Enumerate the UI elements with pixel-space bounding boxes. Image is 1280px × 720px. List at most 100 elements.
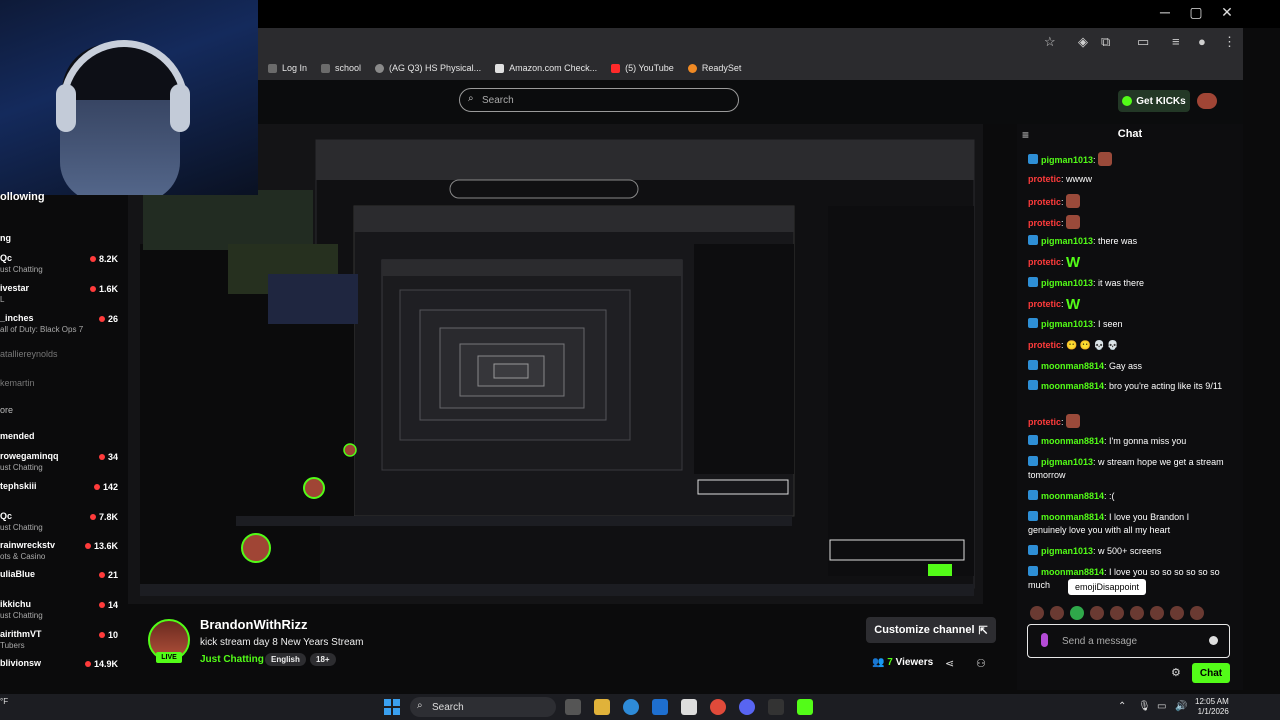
- emote-icon: [1066, 194, 1081, 208]
- customize-channel-button[interactable]: Customize channel ⇱: [866, 617, 996, 643]
- kick-app-icon[interactable]: [797, 699, 813, 715]
- chat-username[interactable]: protetic: [1028, 340, 1061, 350]
- bookmark-physical[interactable]: (AG Q3) HS Physical...: [375, 63, 481, 73]
- sidebar-channel[interactable]: rainwreckstv ots & Casino 13.6K: [0, 540, 128, 568]
- user-avatar[interactable]: [1197, 93, 1217, 109]
- taskbar-search[interactable]: ⌕ Search: [410, 697, 556, 717]
- stream-category[interactable]: Just Chatting: [200, 654, 264, 665]
- store-icon[interactable]: [681, 699, 697, 715]
- emote-icon[interactable]: [1110, 606, 1124, 620]
- emote-icon[interactable]: [1130, 606, 1144, 620]
- chat-send-button[interactable]: Chat: [1192, 663, 1230, 683]
- sidebar-channel[interactable]: blivionsw 14.9K: [0, 658, 128, 686]
- weather-widget[interactable]: °F: [0, 697, 8, 706]
- sidebar-channel[interactable]: Qc ust Chatting 8.2K: [0, 253, 128, 281]
- bookmark-readyset[interactable]: ReadySet: [687, 63, 741, 73]
- sidebar-channel[interactable]: _inches all of Duty: Black Ops 7 26: [0, 313, 128, 341]
- volume-icon[interactable]: 🔊: [1175, 701, 1187, 712]
- sidebar-channel[interactable]: airithmVT Tubers 10: [0, 629, 128, 657]
- emote-icon[interactable]: [1050, 606, 1064, 620]
- chat-username[interactable]: protetic: [1028, 197, 1061, 207]
- chat-username[interactable]: protetic: [1028, 174, 1061, 184]
- emote-icon[interactable]: [1030, 606, 1044, 620]
- mic-tray-icon[interactable]: 🎙: [1138, 701, 1151, 712]
- task-view-icon[interactable]: [565, 699, 581, 715]
- sidebar-channel[interactable]: Qc ust Chatting 7.8K: [0, 511, 128, 539]
- live-dot-icon: [84, 543, 91, 549]
- chat-username[interactable]: pigman1013: [1041, 546, 1093, 556]
- minimize-button[interactable]: ─: [1150, 4, 1180, 20]
- external-link-icon: ⇱: [978, 624, 988, 637]
- sidebar-channel[interactable]: ivestar L 1.6K: [0, 283, 128, 311]
- chat-username[interactable]: pigman1013: [1041, 155, 1093, 165]
- channel-name: Qc: [0, 253, 13, 263]
- chat-username[interactable]: moonman8814: [1041, 512, 1104, 522]
- chat-text: Gay ass: [1109, 361, 1143, 371]
- sidebar-channel[interactable]: uliaBlue 21: [0, 569, 128, 597]
- chat-username[interactable]: protetic: [1028, 299, 1061, 309]
- chat-username[interactable]: pigman1013: [1041, 236, 1093, 246]
- chat-username[interactable]: pigman1013: [1041, 319, 1093, 329]
- user-settings-icon[interactable]: ⚇: [976, 657, 986, 670]
- close-button[interactable]: ✕: [1212, 4, 1242, 21]
- puzzle-icon[interactable]: ⧉: [1101, 34, 1110, 50]
- live-dot-icon: [98, 632, 105, 638]
- game-icon[interactable]: [768, 699, 784, 715]
- sidebar-channel[interactable]: rowegaminqq ust Chatting 34: [0, 451, 128, 479]
- emote-icon[interactable]: [1070, 606, 1084, 620]
- chat-username[interactable]: moonman8814: [1041, 567, 1104, 577]
- clock[interactable]: 12:05 AM 1/1/2026: [1195, 697, 1229, 717]
- emote-icon[interactable]: [1170, 606, 1184, 620]
- streamer-name[interactable]: BrandonWithRizz: [200, 617, 307, 632]
- share-icon[interactable]: ⋖: [945, 657, 954, 670]
- chat-username[interactable]: protetic: [1028, 257, 1061, 267]
- star-icon[interactable]: ☆: [1044, 34, 1056, 50]
- menu-icon[interactable]: ⋮: [1223, 34, 1236, 50]
- chat-username[interactable]: protetic: [1028, 218, 1061, 228]
- edge-icon[interactable]: [623, 699, 639, 715]
- offline-channel[interactable]: atalliereynolds: [0, 349, 58, 359]
- profile-icon[interactable]: ●: [1198, 34, 1206, 49]
- tag-18-plus[interactable]: 18+: [310, 653, 336, 666]
- network-icon[interactable]: ▭: [1157, 701, 1166, 712]
- media-icon[interactable]: ≡: [1172, 34, 1180, 49]
- mic-icon[interactable]: [1041, 633, 1048, 647]
- chat-username[interactable]: moonman8814: [1041, 361, 1104, 371]
- emoji-icon[interactable]: [1209, 636, 1218, 645]
- emote-icon[interactable]: [1190, 606, 1204, 620]
- sidebar-channel[interactable]: ikkichu ust Chatting 14: [0, 599, 128, 627]
- gear-icon[interactable]: ⚙: [1171, 666, 1181, 679]
- tab-search-icon[interactable]: ▭: [1137, 34, 1149, 50]
- discord-icon[interactable]: [739, 699, 755, 715]
- stream-video-player[interactable]: [128, 124, 983, 604]
- search-input[interactable]: ⌕ Search: [459, 88, 739, 112]
- bookmark-amazon[interactable]: Amazon.com Check...: [495, 63, 597, 73]
- chat-input[interactable]: Send a message: [1027, 624, 1230, 658]
- chat-username[interactable]: moonman8814: [1041, 436, 1104, 446]
- w-emote-icon: W: [1066, 296, 1081, 313]
- chat-username[interactable]: pigman1013: [1041, 278, 1093, 288]
- tray-chevron-icon[interactable]: ⌃: [1118, 701, 1126, 712]
- sidebar-channel[interactable]: tephskiii 142: [0, 481, 128, 509]
- chat-username[interactable]: protetic: [1028, 417, 1061, 427]
- emote-icon[interactable]: [1090, 606, 1104, 620]
- offline-channel[interactable]: kemartin: [0, 378, 35, 388]
- chat-username[interactable]: pigman1013: [1041, 457, 1093, 467]
- mail-icon[interactable]: [652, 699, 668, 715]
- tag-english[interactable]: English: [265, 653, 306, 666]
- bookmark-youtube[interactable]: (5) YouTube: [611, 63, 674, 73]
- file-explorer-icon[interactable]: [594, 699, 610, 715]
- emote-icon[interactable]: [1150, 606, 1164, 620]
- chrome-icon[interactable]: [710, 699, 726, 715]
- get-kicks-button[interactable]: Get KICKs: [1118, 90, 1190, 112]
- live-dot-icon: [93, 484, 100, 490]
- bookmark-log-in[interactable]: Log In: [268, 63, 307, 73]
- maximize-button[interactable]: ▢: [1181, 4, 1211, 21]
- extension-icon[interactable]: ◈: [1078, 34, 1088, 50]
- show-more-link[interactable]: ore: [0, 405, 13, 415]
- bookmark-school[interactable]: school: [321, 63, 361, 73]
- badge-icon: [1028, 235, 1038, 245]
- chat-username[interactable]: moonman8814: [1041, 381, 1104, 391]
- start-button[interactable]: [384, 699, 400, 715]
- chat-username[interactable]: moonman8814: [1041, 491, 1104, 501]
